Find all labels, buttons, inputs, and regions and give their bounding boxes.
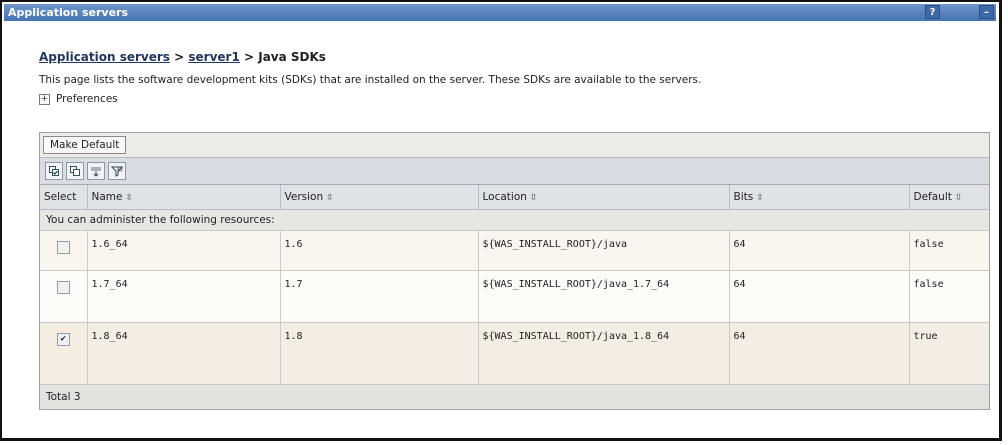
cell-location: ${WAS_INSTALL_ROOT}/java bbox=[478, 230, 730, 271]
cell-name: 1.7_64 bbox=[87, 270, 281, 323]
column-header-name[interactable]: Name ⇳ bbox=[87, 185, 281, 210]
cell-name: 1.8_64 bbox=[87, 322, 281, 385]
row-checkbox[interactable] bbox=[56, 241, 70, 254]
help-button[interactable]: ? bbox=[925, 5, 940, 19]
cell-bits: 64 bbox=[729, 270, 910, 323]
breadcrumb-current: Java SDKs bbox=[258, 50, 326, 64]
resources-note: You can administer the following resourc… bbox=[40, 209, 989, 231]
sort-icon[interactable]: ⇳ bbox=[955, 193, 963, 203]
clear-filter-icon[interactable] bbox=[108, 162, 126, 180]
table-total-row: Total 3 bbox=[40, 384, 989, 409]
resources-note-row: You can administer the following resourc… bbox=[40, 209, 989, 231]
preferences-label[interactable]: Preferences bbox=[56, 93, 118, 105]
breadcrumb-application-servers[interactable]: Application servers bbox=[39, 50, 170, 64]
cell-bits: 64 bbox=[729, 230, 910, 271]
preferences-toggle[interactable]: + Preferences bbox=[39, 93, 989, 105]
minimize-button[interactable]: – bbox=[979, 5, 994, 19]
sort-icon[interactable]: ⇳ bbox=[756, 193, 764, 203]
cell-version: 1.6 bbox=[280, 230, 479, 271]
icon-toolbar bbox=[40, 158, 989, 185]
table-header-row: Select Name ⇳ Version ⇳ Location ⇳ Bits ⇳ De… bbox=[40, 185, 989, 210]
column-header-select: Select bbox=[40, 185, 88, 210]
breadcrumb-separator: > bbox=[239, 50, 259, 64]
breadcrumb-separator: > bbox=[169, 50, 189, 64]
show-filter-icon[interactable] bbox=[87, 162, 105, 180]
column-header-version[interactable]: Version ⇳ bbox=[280, 185, 479, 210]
cell-location: ${WAS_INSTALL_ROOT}/java_1.8_64 bbox=[478, 322, 730, 385]
expand-icon[interactable]: + bbox=[39, 93, 50, 105]
column-header-default[interactable]: Default ⇳ bbox=[909, 185, 989, 210]
breadcrumb: Application servers > server1 > Java SDK… bbox=[39, 50, 989, 64]
page-description: This page lists the software development… bbox=[39, 74, 702, 86]
row-checkbox-checked[interactable]: ✔ bbox=[56, 333, 70, 346]
cell-default: false bbox=[909, 270, 989, 323]
sort-icon[interactable]: ⇳ bbox=[125, 193, 133, 203]
sdk-table: Select Name ⇳ Version ⇳ Location ⇳ Bits ⇳ De… bbox=[40, 185, 989, 409]
column-header-location[interactable]: Location ⇳ bbox=[478, 185, 730, 210]
cell-default: false bbox=[909, 230, 989, 271]
column-header-bits[interactable]: Bits ⇳ bbox=[729, 185, 910, 210]
cell-location: ${WAS_INSTALL_ROOT}/java_1.7_64 bbox=[478, 270, 730, 323]
cell-bits: 64 bbox=[729, 322, 910, 385]
table-row: ✔ 1.8_64 1.8 ${WAS_INSTALL_ROOT}/java_1.… bbox=[40, 322, 989, 385]
cell-version: 1.7 bbox=[280, 270, 479, 323]
button-bar: Make Default bbox=[40, 133, 989, 158]
row-checkbox[interactable] bbox=[56, 281, 70, 294]
window-title-bar: Application servers ? – bbox=[4, 4, 996, 21]
window-title: Application servers bbox=[8, 6, 129, 19]
deselect-all-icon[interactable] bbox=[66, 162, 84, 180]
table-total: Total 3 bbox=[40, 384, 989, 409]
table-row: 1.6_64 1.6 ${WAS_INSTALL_ROOT}/java 64 f… bbox=[40, 230, 989, 271]
breadcrumb-server1[interactable]: server1 bbox=[188, 50, 239, 64]
cell-name: 1.6_64 bbox=[87, 230, 281, 271]
cell-version: 1.8 bbox=[280, 322, 479, 385]
make-default-button[interactable]: Make Default bbox=[43, 136, 127, 154]
cell-default: true bbox=[909, 322, 989, 385]
collection-panel: Make Default Select Name ⇳ Version ⇳ Locat… bbox=[39, 132, 990, 410]
select-all-icon[interactable] bbox=[45, 162, 63, 180]
sort-icon[interactable]: ⇳ bbox=[326, 193, 334, 203]
table-row: 1.7_64 1.7 ${WAS_INSTALL_ROOT}/java_1.7_… bbox=[40, 270, 989, 323]
sort-icon[interactable]: ⇳ bbox=[530, 193, 538, 203]
page-content: Application servers > server1 > Java SDK… bbox=[39, 50, 989, 113]
